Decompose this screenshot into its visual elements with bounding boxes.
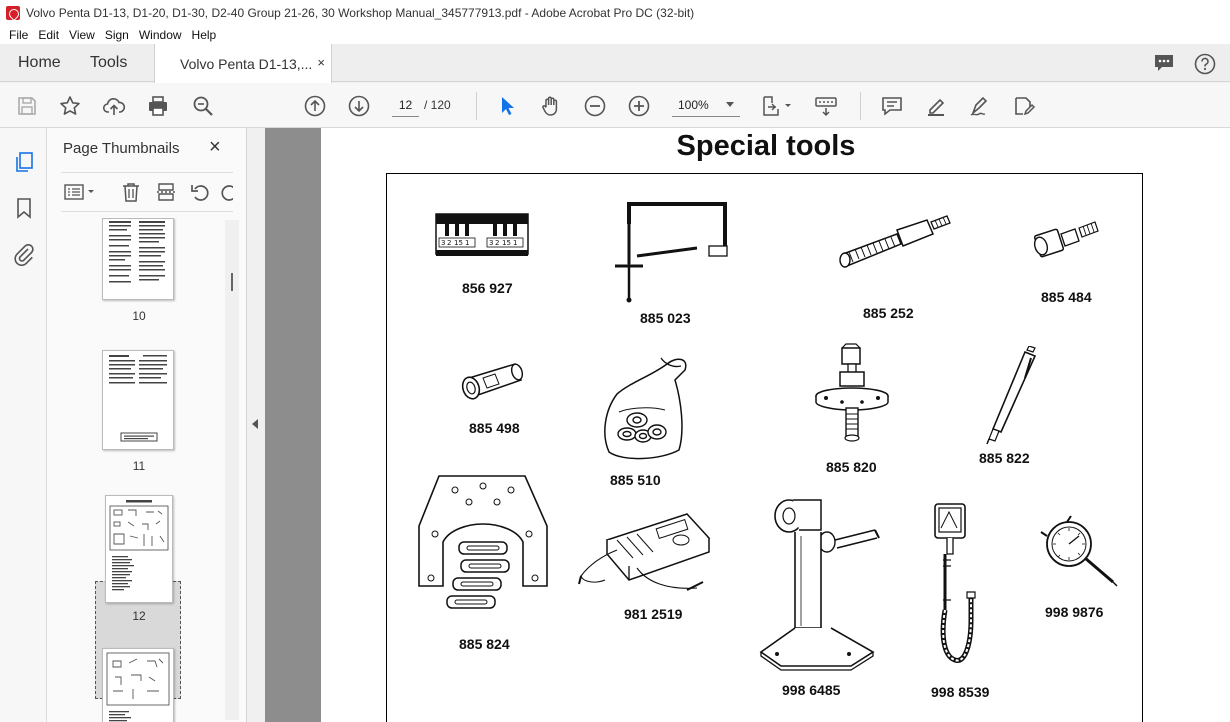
tool-number: 998 6485 (782, 682, 841, 698)
page-thumbnails-panel: Page Thumbnails × 10 11 12 (47, 128, 247, 722)
left-rail (0, 128, 47, 722)
pdf-page: Special tools 3 2 15 1 3 2 15 1 856 927 … (321, 128, 1230, 722)
zoom-search-icon[interactable] (190, 93, 216, 119)
tool-number: 885 252 (863, 305, 914, 321)
tool-number: 856 927 (462, 280, 513, 296)
previous-page-icon[interactable] (302, 93, 328, 119)
menu-sign[interactable]: Sign (100, 28, 134, 42)
tools-figure-frame: 3 2 15 1 3 2 15 1 856 927 885 023 885 25… (386, 173, 1143, 722)
thumbnail-page[interactable] (102, 648, 174, 722)
panel-title: Page Thumbnails (63, 140, 180, 157)
hand-tool-icon[interactable] (538, 93, 564, 119)
main-toolbar: / 120 100% (0, 83, 1230, 128)
page-number-input[interactable] (392, 93, 419, 117)
tool-number: 885 822 (979, 450, 1030, 466)
tool-number: 885 510 (610, 472, 661, 488)
panel-collapse-strip[interactable] (247, 128, 265, 722)
svg-text:15: 15 (454, 239, 463, 247)
zoom-level-value: 100% (678, 97, 709, 112)
svg-text:1: 1 (465, 239, 469, 247)
help-icon[interactable] (1194, 53, 1216, 75)
thumbnail-page[interactable] (102, 218, 174, 300)
thumbnail-list: 10 11 12 (47, 218, 225, 722)
toolbar-divider (860, 92, 861, 120)
menu-help[interactable]: Help (187, 28, 222, 42)
svg-text:3: 3 (489, 239, 493, 247)
tool-number: 998 9876 (1045, 604, 1104, 620)
window-title: Volvo Penta D1-13, D1-20, D1-30, D2-40 G… (26, 6, 695, 20)
rotate-right-icon[interactable] (219, 181, 233, 203)
save-icon[interactable] (14, 93, 40, 119)
toolbar-divider (476, 92, 477, 120)
document-heading: Special tools (676, 130, 856, 162)
bookmark-icon[interactable] (12, 196, 36, 220)
highlight-pen-icon[interactable] (923, 93, 949, 119)
svg-text:1: 1 (513, 239, 517, 247)
tool-number: 981 2519 (624, 606, 683, 622)
print-icon[interactable] (145, 93, 171, 119)
delete-trash-icon[interactable] (120, 181, 142, 203)
menu-bar: File Edit View Sign Window Help (0, 26, 1230, 44)
zoom-out-icon[interactable] (582, 93, 608, 119)
document-viewer[interactable]: Special tools 3 2 15 1 3 2 15 1 856 927 … (265, 128, 1230, 722)
page-total: / 120 (424, 98, 451, 112)
tool-number: 885 484 (1041, 289, 1092, 305)
next-page-icon[interactable] (346, 93, 372, 119)
upload-cloud-icon[interactable] (101, 93, 127, 119)
options-menu-icon[interactable] (63, 181, 99, 203)
insert-pages-icon[interactable] (155, 181, 177, 203)
star-bookmark-icon[interactable] (57, 93, 83, 119)
thumbnail-scrollbar-track[interactable] (225, 220, 239, 720)
svg-text:2: 2 (447, 239, 451, 247)
tab-document[interactable]: Volvo Penta D1-13,... × (154, 44, 332, 83)
svg-text:2: 2 (495, 239, 499, 247)
svg-text:15: 15 (502, 239, 511, 247)
thumbnail-label: 10 (132, 309, 146, 323)
thumbnail-page[interactable] (102, 350, 174, 450)
tab-home[interactable]: Home (18, 44, 61, 82)
zoom-level-dropdown[interactable]: 100% (672, 93, 740, 117)
thumbnail-label: 12 (132, 609, 146, 623)
svg-text:3: 3 (441, 239, 445, 247)
keyboard-scroll-icon[interactable] (813, 93, 839, 119)
tab-tools[interactable]: Tools (90, 44, 127, 82)
page-fit-icon[interactable] (760, 93, 794, 119)
tool-number: 885 023 (640, 310, 691, 326)
tool-number: 885 820 (826, 459, 877, 475)
menu-view[interactable]: View (64, 28, 100, 42)
sign-pen-icon[interactable] (967, 93, 993, 119)
menu-file[interactable]: File (4, 28, 33, 42)
zoom-in-icon[interactable] (626, 93, 652, 119)
chevron-down-icon (726, 102, 734, 107)
thumbnail-page-current[interactable] (105, 495, 173, 603)
edit-pdf-icon[interactable] (1011, 93, 1037, 119)
panel-close-icon[interactable]: × (209, 136, 221, 159)
select-pointer-icon[interactable] (494, 93, 520, 119)
menu-window[interactable]: Window (134, 28, 187, 42)
attachment-paperclip-icon[interactable] (12, 242, 36, 266)
thumbnail-tools (61, 172, 233, 212)
collapse-arrow-icon[interactable] (252, 419, 258, 429)
rotate-left-icon[interactable] (189, 181, 211, 203)
thumbnail-scrollbar-thumb[interactable] (231, 273, 233, 291)
page-thumbnails-icon[interactable] (12, 150, 36, 174)
thumbnail-label: 11 (132, 459, 146, 473)
comment-icon[interactable] (879, 93, 905, 119)
tab-document-label: Volvo Penta D1-13,... (180, 55, 313, 72)
acrobat-logo-icon (6, 6, 20, 20)
tool-number: 998 8539 (931, 684, 990, 700)
tool-number: 885 498 (469, 420, 520, 436)
menu-edit[interactable]: Edit (33, 28, 64, 42)
tab-bar: Home Tools Volvo Penta D1-13,... × (0, 44, 1230, 83)
comment-bubble-icon[interactable] (1153, 53, 1175, 73)
tool-number: 885 824 (459, 636, 510, 652)
title-bar: Volvo Penta D1-13, D1-20, D1-30, D2-40 G… (0, 0, 1230, 26)
tab-close-icon[interactable]: × (317, 55, 325, 70)
